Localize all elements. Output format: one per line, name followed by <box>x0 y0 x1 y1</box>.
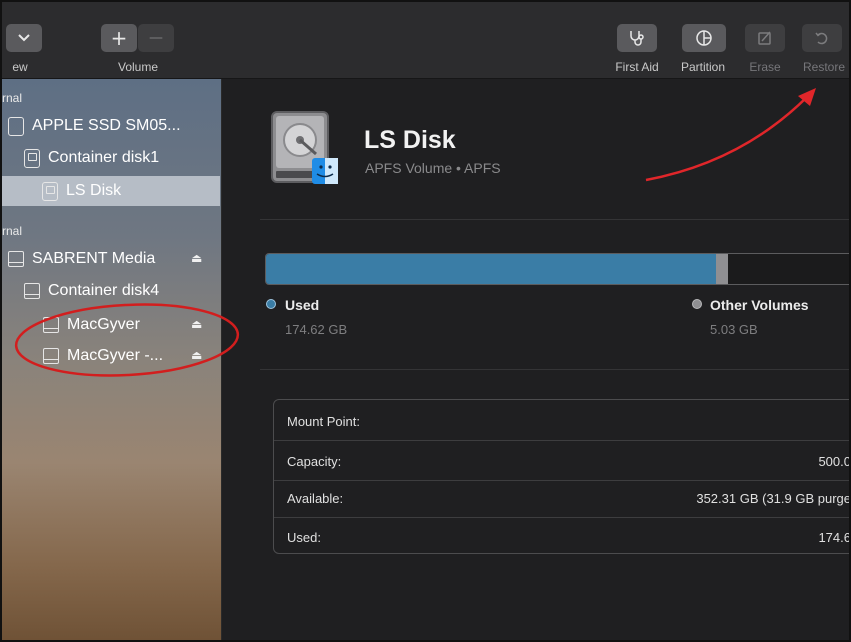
annotation-overlay <box>14 88 816 377</box>
pointer-arrow-line <box>645 95 809 182</box>
disk-utility-window: ew + — Volume First Aid Partition Erase … <box>0 0 851 642</box>
highlight-ellipse <box>14 303 240 377</box>
